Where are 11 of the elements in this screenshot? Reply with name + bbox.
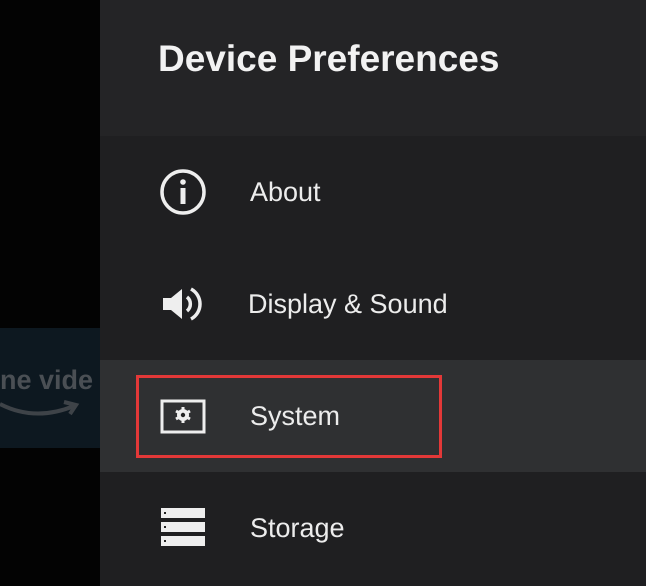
menu-item[interactable]: Display & Sound bbox=[100, 248, 646, 360]
menu-item[interactable]: About bbox=[100, 136, 646, 248]
tile-logo-text: ne vide bbox=[0, 364, 94, 396]
menu-item-label: About bbox=[250, 176, 321, 208]
menu-item[interactable]: System bbox=[100, 360, 646, 472]
panel-title: Device Preferences bbox=[158, 38, 500, 80]
menu-item-label: System bbox=[250, 400, 340, 432]
menu-item[interactable]: Storage bbox=[100, 472, 646, 584]
info-icon bbox=[158, 167, 208, 217]
menu-item-label: Storage bbox=[250, 512, 345, 544]
menu-item-label: Display & Sound bbox=[248, 288, 448, 320]
